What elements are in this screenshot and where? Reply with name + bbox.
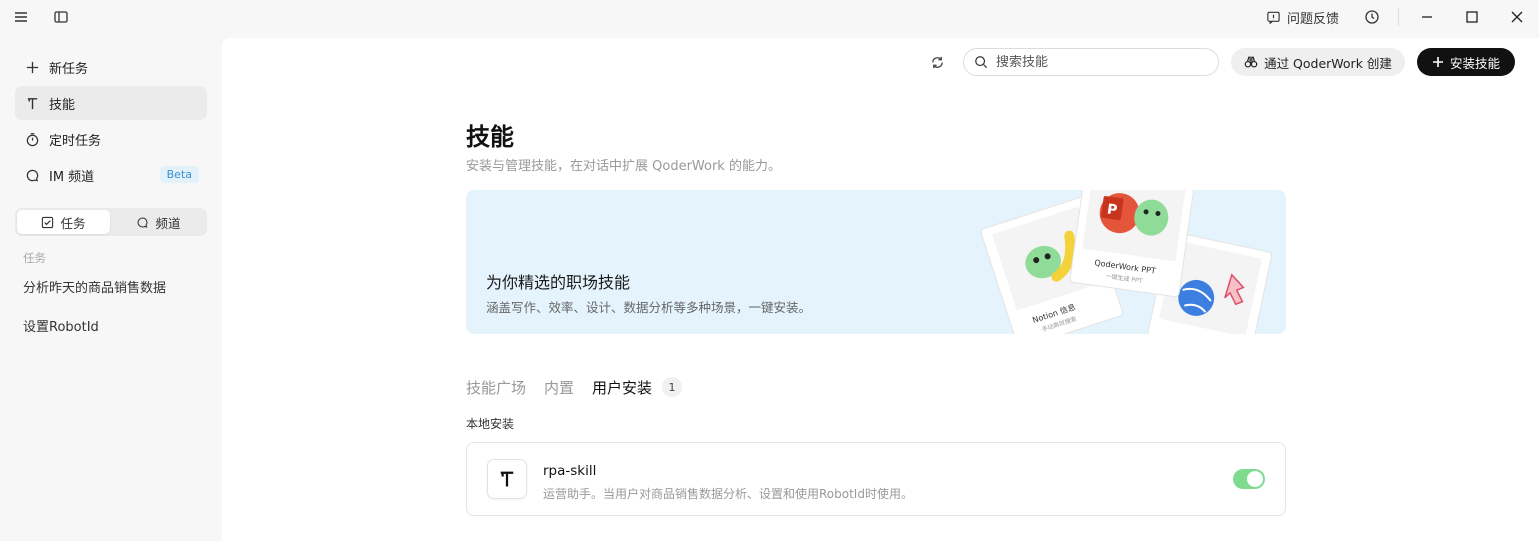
segment-tasks-label: 任务 <box>60 215 86 231</box>
sidebar-toggle-icon[interactable] <box>49 5 73 29</box>
sidebar-item-scheduled[interactable]: 定时任务 <box>15 122 207 156</box>
segment-channels[interactable]: 频道 <box>112 210 205 234</box>
sidebar-item-label: 技能 <box>49 97 76 113</box>
feedback-icon <box>1267 11 1280 24</box>
help-icon[interactable] <box>1360 5 1384 29</box>
sidebar-item-skills[interactable]: 技能 <box>15 86 207 120</box>
sidebar-item-new-task[interactable]: 新任务 <box>15 50 207 84</box>
chat-icon <box>23 166 41 184</box>
feedback-button[interactable]: 问题反馈 <box>1266 6 1339 28</box>
refresh-icon[interactable] <box>926 51 948 73</box>
sidebar-item-label: 定时任务 <box>49 133 102 149</box>
tab-user-installed[interactable]: 用户安装 <box>592 377 652 398</box>
create-button-label: 通过 QoderWork 创建 <box>1264 55 1392 71</box>
chat-icon <box>137 217 148 228</box>
search-icon <box>975 56 988 69</box>
feedback-label: 问题反馈 <box>1287 11 1340 27</box>
sidebar-item-label: IM 频道 <box>49 169 95 185</box>
tab-builtin[interactable]: 内置 <box>544 377 574 398</box>
tasks-section-label: 任务 <box>23 251 46 265</box>
task-item[interactable]: 设置RobotId <box>23 316 99 335</box>
beta-badge: Beta <box>159 166 199 183</box>
skill-name: rpa-skill <box>543 463 597 479</box>
title-bar: 问题反馈 <box>0 0 1539 34</box>
sidebar: 新任务 技能 定时任务 IM 频道 Beta 任务 频道 任务 分析昨天的商品销… <box>0 34 222 541</box>
page-subtitle: 安装与管理技能，在对话中扩展 QoderWork 的能力。 <box>466 159 781 174</box>
binoculars-icon <box>1244 56 1258 68</box>
segment-tasks[interactable]: 任务 <box>17 210 110 234</box>
banner-subtitle: 涵盖写作、效率、设计、数据分析等多种场景，一键安装。 <box>486 300 812 315</box>
search-box[interactable] <box>963 48 1219 76</box>
close-icon[interactable] <box>1505 5 1529 29</box>
local-install-label: 本地安装 <box>466 417 515 431</box>
plus-icon <box>23 58 41 76</box>
skill-tabs: 技能广场 内置 用户安装 1 <box>466 376 683 398</box>
install-button-label: 安装技能 <box>1449 55 1500 71</box>
minimize-icon[interactable] <box>1415 5 1439 29</box>
task-item[interactable]: 分析昨天的商品销售数据 <box>23 277 166 296</box>
skill-icon <box>23 94 41 112</box>
checkbox-icon <box>42 216 54 228</box>
titlebar-divider <box>1398 8 1399 26</box>
create-with-qoderwork-button[interactable]: 通过 QoderWork 创建 <box>1231 48 1405 76</box>
search-input[interactable] <box>996 54 1196 70</box>
toggle-knob <box>1247 471 1263 487</box>
skill-enable-toggle[interactable] <box>1233 469 1265 489</box>
segment-channels-label: 频道 <box>155 215 181 231</box>
tab-count-badge: 1 <box>662 377 683 397</box>
timer-icon <box>23 130 41 148</box>
banner-title: 为你精选的职场技能 <box>486 273 631 292</box>
page-title: 技能 <box>466 123 514 151</box>
install-skill-button[interactable]: 安装技能 <box>1417 48 1515 76</box>
menu-icon[interactable] <box>9 5 33 29</box>
sidebar-segment: 任务 频道 <box>15 208 207 236</box>
skill-description: 运营助手。当用户对商品销售数据分析、设置和使用RobotId时使用。 <box>543 487 913 501</box>
tab-skill-market[interactable]: 技能广场 <box>466 377 526 398</box>
skill-icon <box>487 459 527 499</box>
maximize-icon[interactable] <box>1460 5 1484 29</box>
sidebar-item-im-channel[interactable]: IM 频道 Beta <box>15 158 207 192</box>
banner-illustration: Notion 信息 手动高效搜索 P QoderWork PPT 一键生成 PP… <box>980 190 1273 334</box>
featured-banner[interactable]: 为你精选的职场技能 涵盖写作、效率、设计、数据分析等多种场景，一键安装。 Not… <box>466 190 1286 334</box>
sidebar-item-label: 新任务 <box>49 61 89 77</box>
skill-card[interactable]: rpa-skill 运营助手。当用户对商品销售数据分析、设置和使用RobotId… <box>466 442 1286 516</box>
plus-icon <box>1432 57 1443 67</box>
